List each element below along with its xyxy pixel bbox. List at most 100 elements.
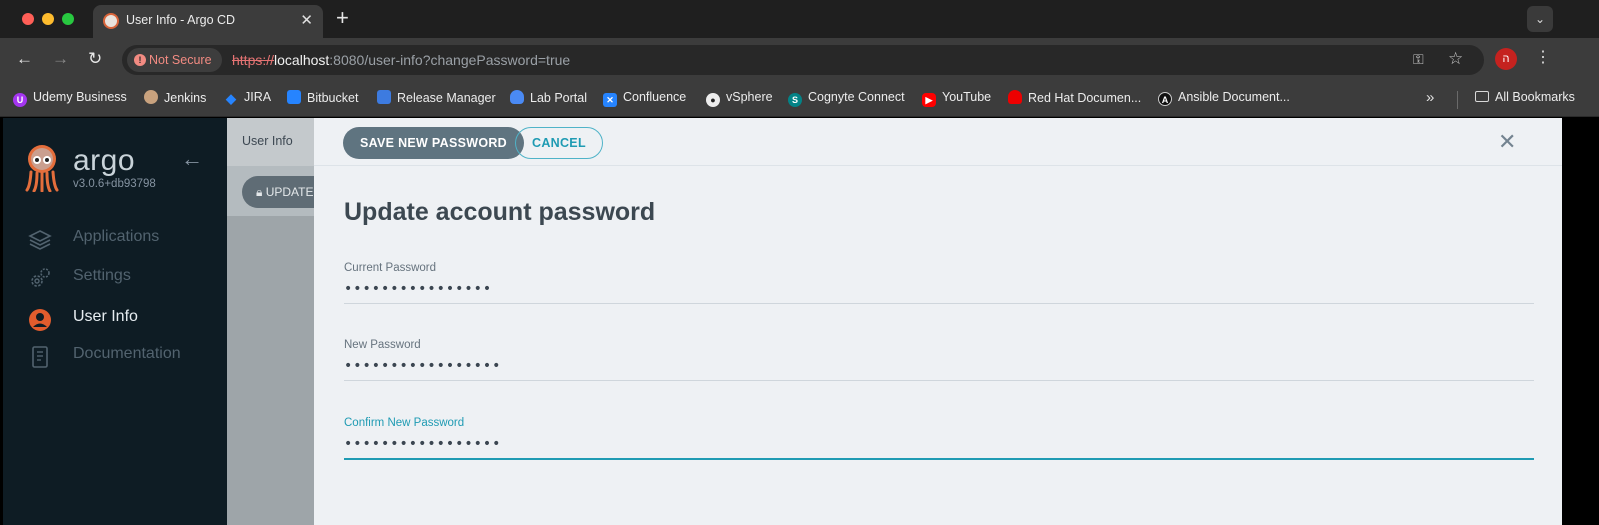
- youtube-icon: ▶: [922, 93, 936, 107]
- bookmark-label: Ansible Document...: [1178, 90, 1290, 104]
- all-bookmarks-folder[interactable]: All Bookmarks: [1475, 90, 1575, 104]
- bookmark-lab-portal[interactable]: Lab Portal: [510, 90, 587, 105]
- sidebar-item-applications[interactable]: Applications: [28, 226, 218, 252]
- jira-icon: ◆: [226, 91, 236, 106]
- lock-icon: 🔒︎: [256, 185, 266, 199]
- confluence-icon: ✕: [603, 93, 617, 107]
- udemy-icon: U: [13, 93, 27, 107]
- back-arrow-icon[interactable]: ←: [16, 49, 33, 69]
- not-secure-badge[interactable]: ! Not Secure: [127, 48, 222, 72]
- sidebar-item-label: Settings: [73, 267, 131, 284]
- url-scheme: https://: [232, 52, 275, 68]
- forward-arrow-icon[interactable]: →: [52, 49, 69, 69]
- bookmark-udemy-business[interactable]: U Udemy Business: [13, 90, 127, 107]
- field-underline: [344, 380, 1534, 381]
- sidebar-item-label: Documentation: [73, 345, 181, 362]
- page-title: User Info: [242, 134, 293, 148]
- maximize-window-button[interactable]: [62, 13, 74, 25]
- minimize-window-button[interactable]: [42, 13, 54, 25]
- new-password-field: New Password: [344, 339, 1534, 395]
- bookmark-label: Cognyte Connect: [808, 90, 905, 104]
- argo-brand-name: argo: [73, 144, 136, 177]
- confirm-new-password-input[interactable]: [344, 431, 1534, 457]
- browser-menu-icon[interactable]: ⋮: [1535, 47, 1551, 67]
- jenkins-icon: [144, 90, 158, 104]
- more-bookmarks-icon[interactable]: »: [1426, 89, 1434, 106]
- profile-avatar[interactable]: ה: [1495, 48, 1517, 70]
- user-circle-icon: [29, 309, 51, 331]
- close-window-button[interactable]: [22, 13, 34, 25]
- cancel-button[interactable]: CANCEL: [515, 127, 603, 159]
- sidebar-item-label: User Info: [73, 308, 138, 325]
- collapse-sidebar-icon[interactable]: ←: [181, 146, 203, 172]
- ansible-icon: A: [1158, 92, 1172, 106]
- confirm-new-password-field: Confirm New Password: [344, 417, 1534, 473]
- bookmark-label: Udemy Business: [33, 90, 127, 104]
- folder-icon: [1475, 91, 1489, 102]
- sharepoint-icon: S: [788, 93, 802, 107]
- bookmark-label: Bitbucket: [307, 91, 359, 105]
- bookmark-star-icon[interactable]: ☆: [1448, 49, 1463, 69]
- argo-mascot-icon: [25, 145, 59, 192]
- tab-search-icon[interactable]: ⌄: [1527, 6, 1553, 32]
- bookmark-label: YouTube: [942, 90, 992, 104]
- panel-header: SAVE NEW PASSWORD CANCEL ✕: [314, 118, 1562, 166]
- not-secure-label: Not Secure: [149, 53, 212, 67]
- url-path: :8080/user-info?changePassword=true: [329, 52, 571, 68]
- field-label: Current Password: [344, 262, 437, 274]
- argo-favicon-icon: [103, 13, 119, 29]
- bookmark-vsphere[interactable]: ● vSphere: [706, 90, 773, 107]
- panel-heading: Update account password: [344, 198, 656, 226]
- url-host: localhost: [274, 52, 330, 68]
- new-tab-button[interactable]: +: [336, 6, 349, 30]
- argo-sidebar: argo v3.0.6+db93798 ← Applications Setti…: [3, 118, 227, 525]
- current-password-field: Current Password: [344, 262, 1534, 318]
- page-header: User Info: [227, 118, 314, 166]
- gears-icon: [31, 268, 50, 287]
- field-label: New Password: [344, 339, 421, 351]
- bookmark-red-hat-documentation[interactable]: Red Hat Documen...: [1008, 90, 1141, 105]
- bitbucket-icon: [287, 90, 301, 104]
- all-bookmarks-label: All Bookmarks: [1495, 90, 1575, 104]
- bookmark-confluence[interactable]: ✕ Confluence: [603, 90, 686, 107]
- bookmark-bitbucket[interactable]: Bitbucket: [287, 90, 358, 105]
- field-label: Confirm New Password: [344, 417, 465, 429]
- close-icon[interactable]: ✕: [1498, 130, 1516, 154]
- bookmark-jira[interactable]: ◆ JIRA: [224, 90, 271, 106]
- sidebar-item-user-info[interactable]: User Info: [28, 306, 218, 332]
- browser-tab-active[interactable]: User Info - Argo CD ✕: [93, 5, 323, 38]
- reload-icon[interactable]: ↻: [88, 49, 102, 69]
- bookmark-cognyte-connect[interactable]: S Cognyte Connect: [788, 90, 905, 107]
- password-key-icon[interactable]: ⚿: [1413, 51, 1424, 68]
- new-password-input[interactable]: [344, 353, 1534, 379]
- tab-title: User Info - Argo CD: [126, 13, 236, 27]
- bookmark-label: vSphere: [726, 90, 773, 104]
- bookmark-label: JIRA: [244, 90, 272, 104]
- bookmark-label: Red Hat Documen...: [1028, 91, 1142, 105]
- update-password-panel: SAVE NEW PASSWORD CANCEL ✕ Update accoun…: [314, 118, 1562, 525]
- bookmark-label: Lab Portal: [530, 91, 587, 105]
- address-bar[interactable]: ! Not Secure https://localhost:8080/user…: [122, 45, 1484, 75]
- release-manager-icon: [377, 90, 391, 104]
- save-new-password-button[interactable]: SAVE NEW PASSWORD: [343, 127, 525, 159]
- url-text[interactable]: https://localhost:8080/user-info?changeP…: [232, 52, 570, 68]
- tab-close-icon[interactable]: ✕: [300, 11, 313, 29]
- bookmark-label: Jenkins: [164, 91, 207, 105]
- bookmark-release-manager[interactable]: Release Manager: [377, 90, 496, 105]
- bookmark-jenkins[interactable]: Jenkins: [144, 90, 206, 105]
- window-edge: [1562, 118, 1599, 525]
- bookmark-ansible-documentation[interactable]: A Ansible Document...: [1158, 90, 1290, 106]
- warning-icon: !: [134, 54, 146, 66]
- cloud-icon: [510, 90, 524, 104]
- bookmark-youtube[interactable]: ▶ YouTube: [922, 90, 991, 107]
- book-icon: [32, 346, 48, 368]
- sidebar-item-documentation[interactable]: Documentation: [28, 343, 218, 369]
- sidebar-item-settings[interactable]: Settings: [28, 265, 218, 291]
- page-overlay: User Info 🔒︎ UPDATE PASSWORD: [227, 118, 332, 525]
- bookmark-label: Confluence: [623, 90, 687, 104]
- current-password-input[interactable]: [344, 276, 1534, 302]
- bookmark-label: Release Manager: [397, 91, 496, 105]
- field-underline-focused: [344, 458, 1534, 460]
- redhat-icon: [1008, 90, 1022, 104]
- bookmarks-divider: [1457, 91, 1458, 109]
